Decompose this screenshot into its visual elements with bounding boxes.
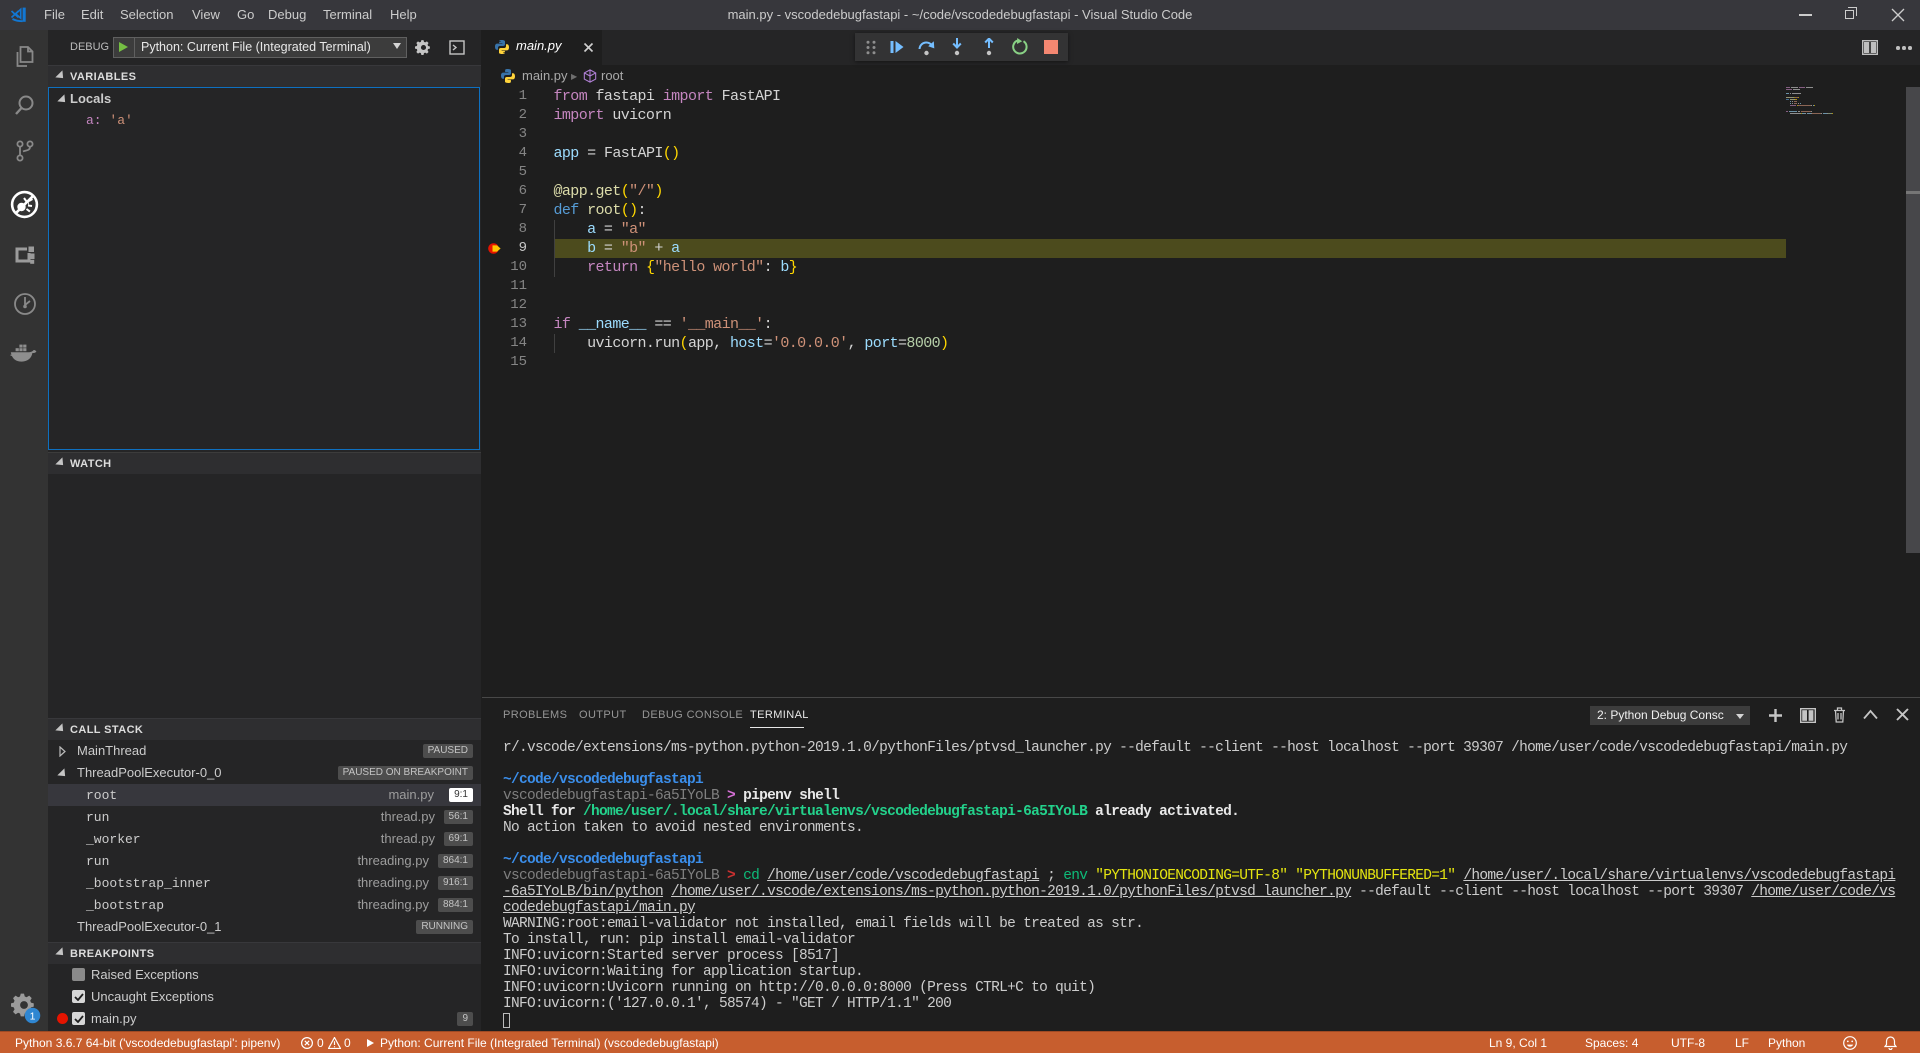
svg-text:1: 1 [30,1011,36,1022]
